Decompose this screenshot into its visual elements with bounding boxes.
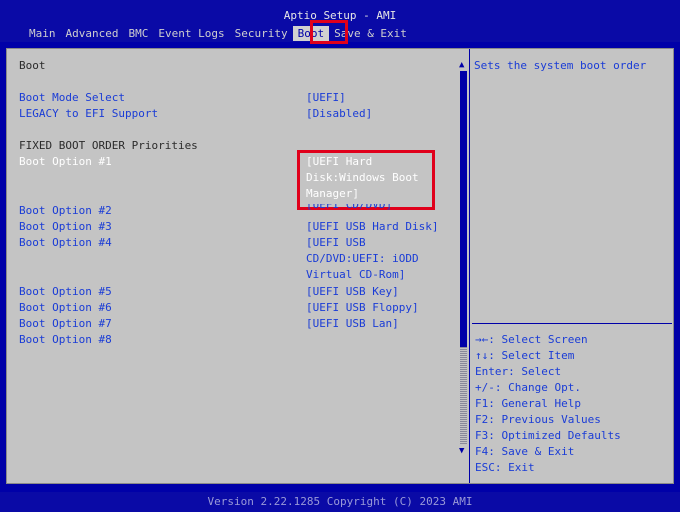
key-help-line: F4: Save & Exit xyxy=(475,445,575,458)
boot-option-3-label[interactable]: Boot Option #3 xyxy=(19,219,112,235)
key-help-line: →←: Select Screen xyxy=(475,333,588,346)
tab-event-logs[interactable]: Event Logs xyxy=(153,26,229,41)
boot-mode-label[interactable]: Boot Mode Select xyxy=(19,90,125,106)
key-help-line: F1: General Help xyxy=(475,397,581,410)
boot-option-4-label[interactable]: Boot Option #4 xyxy=(19,235,112,251)
section-title: Boot xyxy=(19,59,46,72)
help-description: Sets the system boot order xyxy=(474,59,647,72)
tab-advanced[interactable]: Advanced xyxy=(61,26,124,41)
legacy-support-label[interactable]: LEGACY to EFI Support xyxy=(19,106,158,122)
boot-option-7-label[interactable]: Boot Option #7 xyxy=(19,316,112,332)
key-help-line: F2: Previous Values xyxy=(475,413,601,426)
boot-option-2-label[interactable]: Boot Option #2 xyxy=(19,203,112,219)
legacy-support-value[interactable]: [Disabled] xyxy=(306,106,372,122)
tab-main[interactable]: Main xyxy=(24,26,61,41)
key-help-line: ESC: Exit xyxy=(475,461,535,474)
boot-option-1-label[interactable]: Boot Option #1 xyxy=(19,154,112,170)
boot-option-3-value[interactable]: [UEFI USB Hard Disk] xyxy=(306,219,438,235)
scroll-up-arrow-icon[interactable]: ▲ xyxy=(459,60,464,70)
help-divider xyxy=(472,323,672,324)
boot-option-7-value[interactable]: [UEFI USB Lan] xyxy=(306,316,399,332)
key-help-line: Enter: Select xyxy=(475,365,562,378)
boot-option-6-value[interactable]: [UEFI USB Floppy] xyxy=(306,300,419,316)
settings-pane: Boot Boot Mode Select [UEFI] LEGACY to E… xyxy=(7,49,464,483)
main-panel: Boot Boot Mode Select [UEFI] LEGACY to E… xyxy=(6,48,674,484)
scrollbar-thumb[interactable] xyxy=(460,71,467,347)
tab-bmc[interactable]: BMC xyxy=(123,26,153,41)
pane-divider xyxy=(469,49,470,483)
menu-tabs: Main Advanced BMC Event Logs Security Bo… xyxy=(24,26,412,41)
version-footer: Version 2.22.1285 Copyright (C) 2023 AMI xyxy=(0,492,680,512)
boot-option-4-value-line[interactable]: Virtual CD-Rom] xyxy=(306,267,405,283)
key-help-line: ↑↓: Select Item xyxy=(475,349,575,362)
header-bar: Aptio Setup - AMI Main Advanced BMC Even… xyxy=(0,0,680,44)
boot-option-5-value[interactable]: [UEFI USB Key] xyxy=(306,284,399,300)
boot-option-4-value-line[interactable]: CD/DVD:UEFI: iODD xyxy=(306,251,419,267)
boot-option-6-label[interactable]: Boot Option #6 xyxy=(19,300,112,316)
key-help-line: +/-: Change Opt. xyxy=(475,381,581,394)
scroll-down-arrow-icon[interactable]: ▼ xyxy=(459,446,464,456)
boot-option-5-label[interactable]: Boot Option #5 xyxy=(19,284,112,300)
boot-option-1-highlight xyxy=(297,150,435,210)
boot-option-8-label[interactable]: Boot Option #8 xyxy=(19,332,112,348)
boot-tab-highlight xyxy=(310,20,348,44)
priorities-heading: FIXED BOOT ORDER Priorities xyxy=(19,139,198,152)
boot-mode-value[interactable]: [UEFI] xyxy=(306,90,346,106)
tab-security[interactable]: Security xyxy=(230,26,293,41)
boot-option-4-value-line[interactable]: [UEFI USB xyxy=(306,235,366,251)
key-help-line: F3: Optimized Defaults xyxy=(475,429,621,442)
